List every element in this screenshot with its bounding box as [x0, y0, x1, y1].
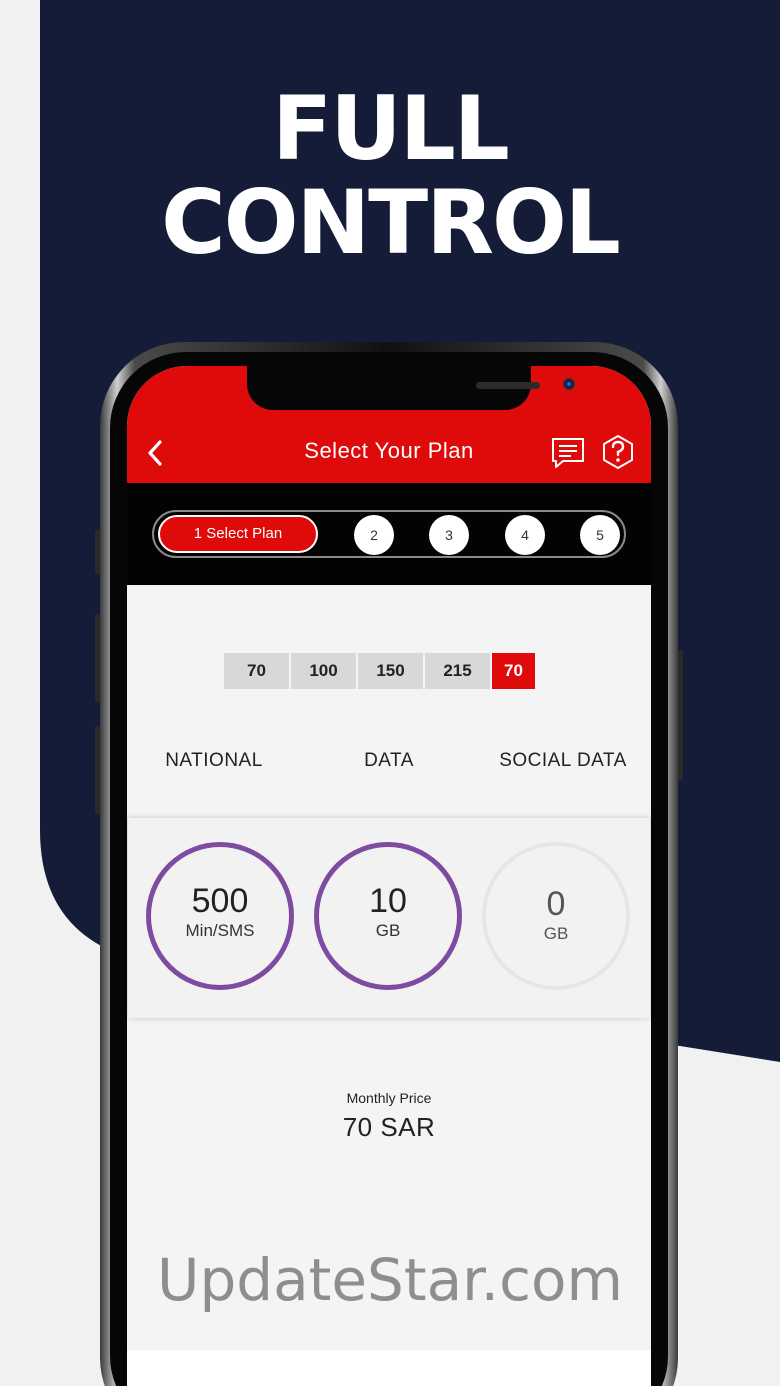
plan-tab-100[interactable]: 100 — [291, 653, 356, 689]
headline-line-1: FULL — [272, 77, 510, 180]
bottom-panel — [127, 1350, 651, 1386]
data-value: 10 — [369, 882, 407, 920]
chevron-left-icon — [148, 440, 162, 466]
plan-tab-70[interactable]: 70 — [224, 653, 289, 689]
front-camera — [563, 378, 575, 390]
help-button[interactable] — [601, 434, 635, 470]
headline: FULL CONTROL — [0, 82, 780, 270]
column-label-national: NATIONAL — [165, 750, 263, 771]
social-data-unit: GB — [543, 924, 569, 943]
national-minutes-ring: 500 Min/SMS — [146, 842, 294, 990]
earpiece-speaker — [476, 382, 540, 389]
plan-tab-215[interactable]: 215 — [425, 653, 490, 689]
social-data-value: 0 — [546, 885, 566, 923]
step-4[interactable]: 4 — [505, 515, 545, 555]
social-data-ring: 0 GB — [482, 842, 630, 990]
step-5[interactable]: 5 — [580, 515, 620, 555]
data-unit: GB — [375, 921, 401, 940]
help-hexagon-icon — [603, 435, 633, 469]
plan-tabs: 70 100 150 215 70 — [224, 653, 535, 689]
headline-line-2: CONTROL — [161, 171, 621, 274]
chat-button[interactable] — [551, 436, 585, 470]
monthly-price-value: 70 SAR — [342, 1112, 436, 1142]
data-ring: 10 GB — [314, 842, 462, 990]
plan-tab-70-selected[interactable]: 70 — [492, 653, 535, 689]
watermark-text: UpdateStar.com — [157, 1246, 623, 1314]
page-title: Select Your Plan — [304, 438, 474, 463]
monthly-price-label: Monthly Price — [346, 1090, 432, 1106]
national-value: 500 — [191, 882, 249, 920]
national-unit: Min/SMS — [185, 921, 255, 940]
step-progress-bar: 1 Select Plan 2 3 4 5 — [127, 483, 651, 585]
chat-icon — [552, 438, 584, 468]
back-button[interactable] — [143, 438, 169, 468]
step-3[interactable]: 3 — [429, 515, 469, 555]
phone-notch — [247, 366, 575, 410]
column-label-social-data: SOCIAL DATA — [499, 750, 627, 771]
step-1-select-plan[interactable]: 1 Select Plan — [158, 515, 318, 553]
phone-screen: Select Your Plan 1 Select Plan 2 3 4 5 7… — [127, 366, 651, 1386]
plan-tab-150[interactable]: 150 — [358, 653, 423, 689]
step-2[interactable]: 2 — [354, 515, 394, 555]
column-label-data: DATA — [364, 750, 414, 771]
